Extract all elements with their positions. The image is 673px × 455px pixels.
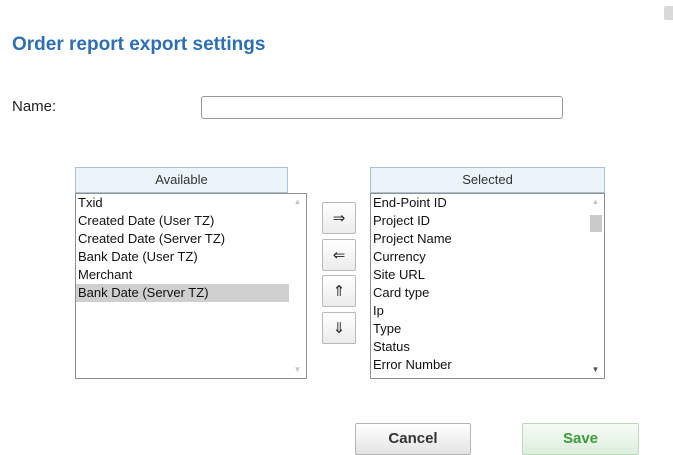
selected-listbox[interactable]: End-Point ID Project ID Project Name Cur… bbox=[370, 193, 605, 379]
selected-item-project-id[interactable]: Project ID bbox=[371, 212, 587, 230]
available-item-created-date-server-tz[interactable]: Created Date (Server TZ) bbox=[76, 230, 289, 248]
selected-item-site-url[interactable]: Site URL bbox=[371, 266, 587, 284]
selected-item-ip[interactable]: Ip bbox=[371, 302, 587, 320]
scroll-up-arrow-icon[interactable]: ▲ bbox=[289, 194, 306, 210]
selected-item-type[interactable]: Type bbox=[371, 320, 587, 338]
selected-header: Selected bbox=[370, 167, 605, 193]
save-button[interactable]: Save bbox=[522, 423, 639, 455]
scroll-thumb[interactable] bbox=[590, 215, 602, 232]
selected-item-status[interactable]: Status bbox=[371, 338, 587, 356]
scroll-down-arrow-icon[interactable]: ▼ bbox=[587, 362, 604, 378]
available-scrollbar[interactable]: ▲ ▼ bbox=[289, 194, 306, 378]
name-input[interactable] bbox=[201, 96, 563, 119]
selected-item-currency[interactable]: Currency bbox=[371, 248, 587, 266]
remove-from-selected-button[interactable]: ⇐ bbox=[322, 239, 356, 271]
available-header: Available bbox=[75, 167, 288, 193]
scroll-down-arrow-icon[interactable]: ▼ bbox=[289, 362, 306, 378]
selected-scrollbar[interactable]: ▲ ▼ bbox=[587, 194, 604, 378]
add-to-selected-button[interactable]: ⇒ bbox=[322, 202, 356, 234]
available-item-created-date-user-tz[interactable]: Created Date (User TZ) bbox=[76, 212, 289, 230]
corner-tab-edge bbox=[664, 6, 673, 20]
available-item-bank-date-user-tz[interactable]: Bank Date (User TZ) bbox=[76, 248, 289, 266]
available-item-merchant[interactable]: Merchant bbox=[76, 266, 289, 284]
available-listbox[interactable]: Txid Created Date (User TZ) Created Date… bbox=[75, 193, 307, 379]
available-item-txid[interactable]: Txid bbox=[76, 194, 289, 212]
cancel-button[interactable]: Cancel bbox=[355, 423, 471, 455]
name-label: Name: bbox=[12, 98, 57, 115]
selected-item-project-name[interactable]: Project Name bbox=[371, 230, 587, 248]
selected-item-card-type[interactable]: Card type bbox=[371, 284, 587, 302]
selected-items: End-Point ID Project ID Project Name Cur… bbox=[371, 194, 587, 378]
selected-item-error-number[interactable]: Error Number bbox=[371, 356, 587, 374]
page-title: Order report export settings bbox=[12, 34, 266, 55]
available-items: Txid Created Date (User TZ) Created Date… bbox=[76, 194, 289, 378]
move-up-button[interactable]: ⇑ bbox=[322, 275, 356, 307]
available-item-bank-date-server-tz[interactable]: Bank Date (Server TZ) bbox=[76, 284, 289, 302]
selected-item-end-point-id[interactable]: End-Point ID bbox=[371, 194, 587, 212]
move-down-button[interactable]: ⇓ bbox=[322, 312, 356, 344]
scroll-up-arrow-icon[interactable]: ▲ bbox=[587, 194, 604, 210]
